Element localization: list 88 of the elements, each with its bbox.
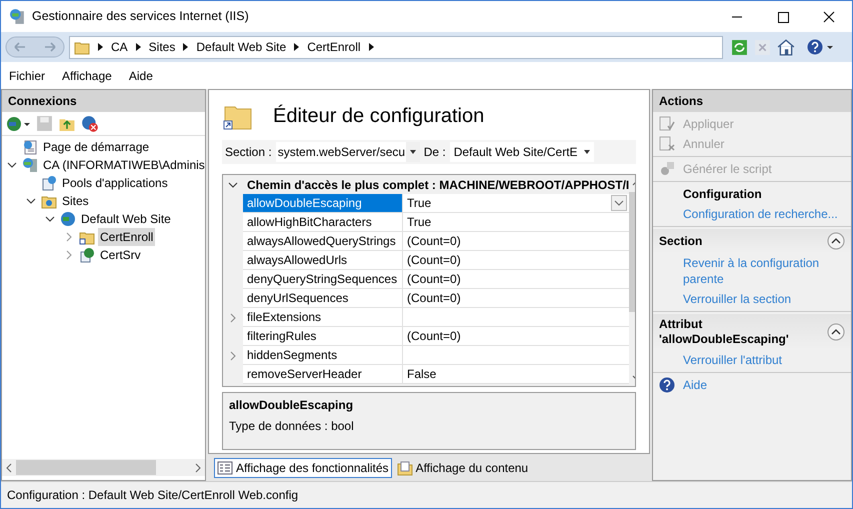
pool-icon [41,175,57,191]
page-globe-icon [22,139,38,155]
window-title: Gestionnaire des services Internet (IIS) [32,8,249,26]
application-icon [79,247,95,263]
globe-icon [60,211,76,227]
section-heading: Section [659,234,704,248]
page-title: Éditeur de configuration [273,104,484,129]
from-label: De : [424,144,446,161]
group-header-text: Chemin d'accès le plus complet : MACHINE/WEBROOT/APPHOST/I [247,176,630,194]
breadcrumb-arrow-icon[interactable] [183,43,188,51]
tree-item[interactable]: Sites [60,192,91,210]
action-link[interactable]: Verrouiller la section [683,291,792,307]
folder-icon [396,460,413,476]
property-name[interactable]: alwaysAllowedUrls [243,251,403,270]
property-name[interactable]: allowHighBitCharacters [243,213,403,232]
caret-icon [584,150,590,154]
property-value[interactable]: False [403,365,630,384]
description-title: allowDoubleEscaping [229,397,354,414]
status-text: Configuration : Default Web Site/CertEnroll Web.config [7,487,298,504]
view-tab[interactable]: Affichage des fonctionnalités [214,458,392,478]
breadcrumb-item[interactable]: Default Web Site [196,38,286,56]
tree-item[interactable]: CertEnroll [98,228,156,246]
breadcrumb-item[interactable]: CertEnroll [307,38,361,56]
property-name[interactable]: denyUrlSequences [243,289,403,308]
panel-header: Connexions [2,90,205,112]
section-label: Section : [225,144,272,161]
menu-item[interactable]: Affichage [62,66,112,84]
breadcrumb-arrow-icon[interactable] [368,43,374,51]
property-value[interactable]: (Count=0) [403,327,630,346]
tree-item[interactable]: Page de démarrage [41,138,152,156]
property-name[interactable]: fileExtensions [243,308,403,327]
property-name[interactable]: alwaysAllowedQueryStrings [243,232,403,251]
tree-item[interactable]: Pools d'applications [60,174,170,192]
section-heading: Attribut 'allowDoubleEscaping' [659,317,790,347]
globe-connect-icon[interactable] [5,114,31,132]
property-value[interactable]: (Count=0) [403,251,630,270]
help-icon[interactable] [807,38,835,56]
breadcrumb-arrow-icon[interactable] [136,43,141,51]
property-name[interactable]: removeServerHeader [243,365,403,384]
tree-item[interactable]: CertSrv [98,246,143,264]
breadcrumb-item[interactable]: CA [111,38,128,56]
from-dropdown[interactable]: Default Web Site/CertE [450,142,594,162]
property-name[interactable]: denyQueryStringSequences [243,270,403,289]
caret-icon [410,150,416,154]
panel-header: Actions [653,90,851,112]
collapse-icon[interactable] [827,323,845,341]
view-tab[interactable]: Affichage du contenu [394,458,532,478]
section-dropdown[interactable]: system.webServer/secu [276,142,420,162]
collapse-icon[interactable] [44,214,56,224]
document-cross-icon [659,136,675,152]
breadcrumb-arrow-icon[interactable] [294,43,300,51]
property-value[interactable]: True [403,194,630,213]
refresh-icon[interactable] [731,38,748,56]
group-heading: Configuration [683,186,762,202]
tree-item[interactable]: Default Web Site [79,210,173,228]
tree-item[interactable]: CA (INFORMATIWEB\Adminis [41,156,205,174]
menu-item[interactable]: Aide [128,66,153,84]
property-value[interactable]: (Count=0) [403,289,630,308]
home-icon[interactable] [777,38,795,56]
action-link[interactable]: Revenir à la configuration parente [683,255,845,287]
script-icon [659,161,675,177]
server-icon [22,157,38,173]
address-field[interactable]: CA Sites Default Web Site CertEnroll [69,36,723,58]
help-icon [659,377,675,393]
property-value[interactable]: (Count=0) [403,232,630,251]
document-check-icon [659,116,675,132]
app-icon [9,8,26,25]
breadcrumb-arrow-icon[interactable] [98,43,103,51]
property-name[interactable]: allowDoubleEscaping [243,194,403,213]
list-icon [217,460,233,476]
horizontal-scrollbar[interactable] [2,459,205,476]
action-link[interactable]: Verrouiller l'attribut [683,352,782,368]
collapse-icon[interactable] [6,160,18,170]
action-link[interactable]: Aide [683,377,708,393]
property-name[interactable]: hiddenSegments [243,346,403,365]
property-value[interactable]: True [403,213,630,232]
property-name[interactable]: filteringRules [243,327,403,346]
property-value[interactable]: (Count=0) [403,270,630,289]
menu-item[interactable]: Fichier [9,66,46,84]
disconnect-icon[interactable] [81,114,99,132]
collapse-icon[interactable] [827,232,845,250]
expand-icon[interactable] [230,350,236,360]
expand-icon[interactable] [230,312,236,322]
dropdown-icon[interactable] [611,195,628,211]
breadcrumb-item[interactable]: Sites [148,38,176,56]
collapse-icon[interactable] [25,196,37,206]
description-text: Type de données : bool [229,418,355,435]
action-link[interactable]: Configuration de recherche... [683,206,838,222]
